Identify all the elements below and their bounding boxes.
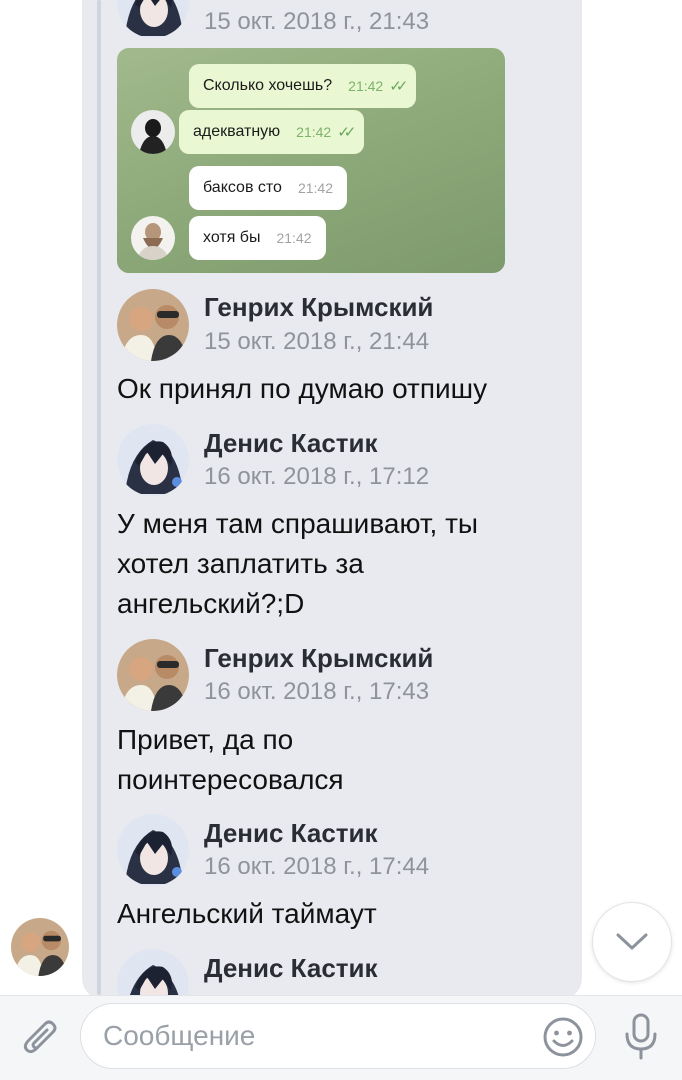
avatar-genrikh[interactable] [117, 289, 189, 361]
screenshot-bubble: адекватную 21:42 ✓✓ [179, 110, 365, 154]
emoji-icon [543, 1017, 583, 1057]
screenshot-avatar-bearded [131, 216, 175, 260]
screenshot-avatar-dark [131, 110, 175, 154]
avatar-denis[interactable] [117, 814, 189, 886]
message-text-line: поинтересовался [117, 764, 344, 795]
screenshot-bubble: хотя бы 21:42 [189, 216, 326, 260]
chevron-down-icon [616, 933, 648, 950]
author-name: Денис Кастик [204, 818, 378, 848]
paperclip-icon [23, 1020, 57, 1054]
double-check-icon: ✓✓ [389, 78, 408, 95]
message-text-line: ангельский?;D [117, 588, 305, 619]
attach-button[interactable] [18, 1015, 64, 1061]
forward-indicator-line [97, 0, 101, 995]
message-text-line: хотел заплатить за [117, 548, 364, 579]
message-date: 16 окт. 2018 г., 17:12 [204, 463, 430, 490]
message-text: Ок принял по думаю отпишу [117, 373, 488, 404]
message-date: 15 окт. 2018 г., 21:44 [204, 328, 430, 355]
voice-message-button[interactable] [618, 1012, 664, 1062]
message-date: 15 окт. 2018 г., 21:43 [204, 8, 430, 35]
message-date: 16 окт. 2018 г., 17:44 [204, 853, 430, 880]
message-date: 16 окт. 2018 г., 17:43 [204, 678, 430, 705]
double-check-icon: ✓✓ [337, 124, 356, 141]
screenshot-bubble: Сколько хочешь? 21:42 ✓✓ [189, 64, 417, 108]
author-name: Генрих Крымский [204, 292, 434, 322]
avatar-genrikh[interactable] [117, 639, 189, 711]
message-input-field[interactable] [80, 1003, 596, 1069]
forwarded-screenshot-image[interactable]: Сколько хочешь? 21:42 ✓✓ адекватную 21:4… [117, 48, 505, 273]
message-text-line: У меня там спрашивают, ты [117, 508, 479, 539]
emoji-button[interactable] [540, 1014, 586, 1060]
message-input[interactable] [103, 1004, 543, 1068]
message-viewport[interactable]: 15 окт. 2018 г., 21:43 Сколько хочешь? 2… [0, 0, 682, 995]
message-text: Ангельский таймаут [117, 898, 377, 929]
author-name: Денис Кастик [204, 428, 378, 458]
author-name: Генрих Крымский [204, 643, 434, 673]
message-text-line: Привет, да по [117, 724, 294, 755]
author-name: Денис Кастик [204, 953, 378, 983]
scroll-down-button[interactable] [592, 902, 672, 982]
microphone-icon [625, 1013, 657, 1060]
avatar-denis[interactable] [117, 424, 189, 496]
sender-avatar[interactable] [11, 918, 69, 976]
screenshot-bubble: баксов сто 21:42 [189, 166, 347, 210]
